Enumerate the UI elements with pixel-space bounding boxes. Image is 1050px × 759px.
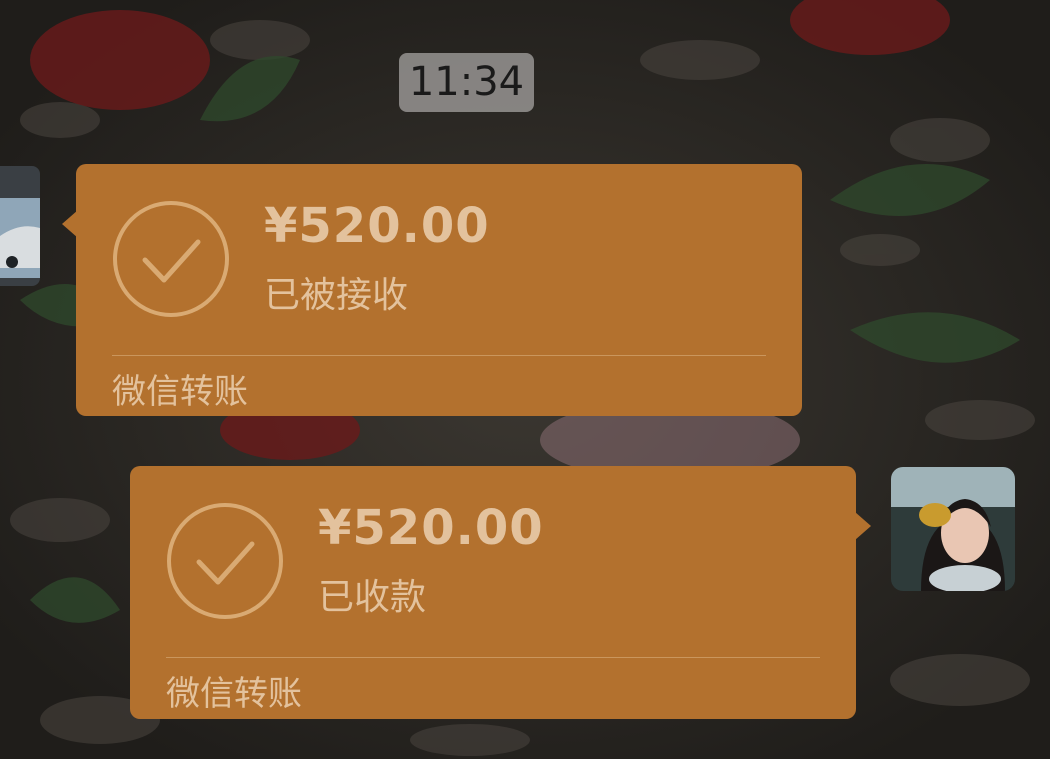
card-divider	[112, 355, 766, 356]
transfer-amount: ¥520.00	[264, 198, 490, 254]
user-avatar[interactable]	[891, 467, 1015, 591]
contact-avatar[interactable]	[0, 166, 40, 286]
message-timestamp: 11:34	[399, 53, 534, 112]
transfer-card-collected[interactable]: ¥520.00 已收款 微信转账	[130, 466, 856, 719]
transfer-footer-label: 微信转账	[112, 372, 248, 412]
transfer-amount: ¥520.00	[318, 500, 544, 556]
transfer-status: 已被接收	[264, 275, 409, 316]
check-circle-icon	[113, 201, 229, 317]
transfer-card-received[interactable]: ¥520.00 已被接收 微信转账	[76, 164, 802, 416]
transfer-status: 已收款	[318, 577, 427, 618]
transfer-footer-label: 微信转账	[166, 674, 302, 714]
card-divider	[166, 657, 820, 658]
bubble-tail-outgoing	[855, 512, 871, 540]
check-circle-icon	[167, 503, 283, 619]
